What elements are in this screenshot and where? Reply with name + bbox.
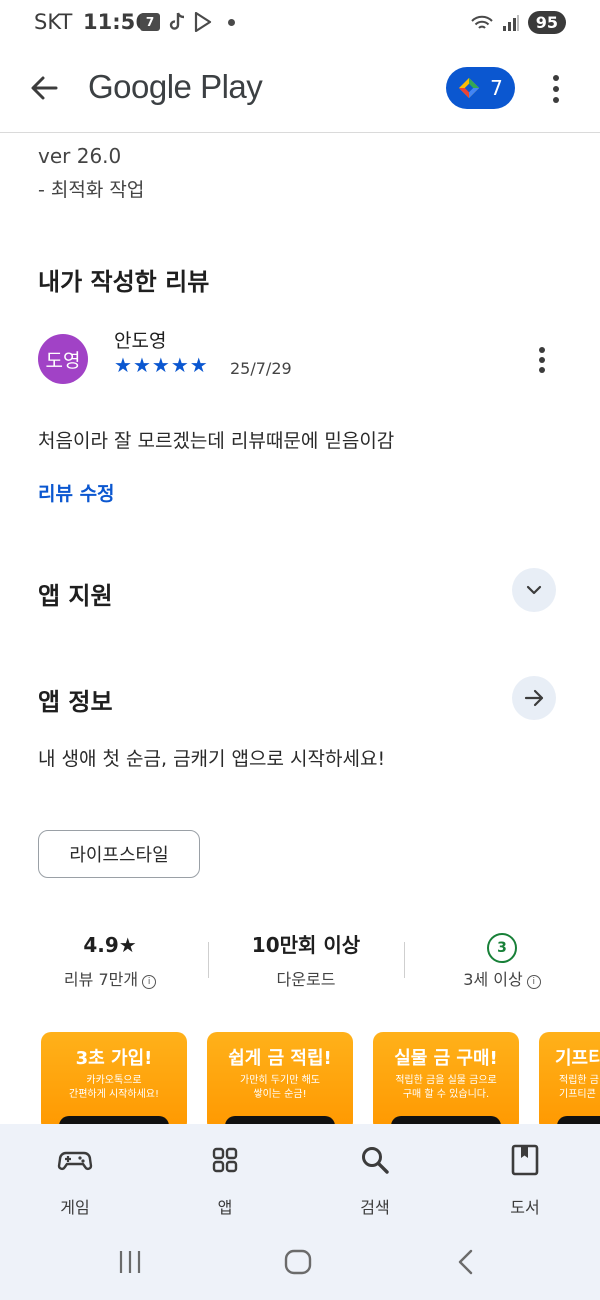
category-chip[interactable]: 라이프스타일 (38, 830, 200, 878)
caption-line: 적립한 금을 실물 금으로 (395, 1075, 497, 1086)
downloads-value: 10만회 이상 (251, 933, 361, 957)
avatar-initials: 도영 (45, 349, 81, 372)
screenshot-headline: 3초 가입! (75, 1048, 153, 1069)
caption-line: 기프티콘 (559, 1089, 596, 1100)
star-icon: ★ (189, 353, 208, 377)
page-title: Google Play (88, 68, 263, 105)
nav-games[interactable]: 게임 (0, 1124, 150, 1230)
play-store-icon (194, 12, 212, 32)
avatar: 도영 (38, 334, 88, 384)
nav-label: 검색 (360, 1198, 390, 1217)
play-points-button[interactable]: 7 (446, 67, 515, 109)
search-icon (362, 1147, 389, 1174)
status-right: 95 (470, 11, 566, 34)
age-rating-label-row: 3세 이상 i (422, 966, 582, 990)
status-carrier-time: SKT 11:56 (34, 10, 150, 34)
screenshot-card[interactable]: 실물 금 구매! 적립한 금을 실물 금으로구매 할 수 있습니다. (373, 1032, 519, 1132)
nav-label: 앱 (217, 1198, 233, 1217)
chevron-down-icon (526, 585, 542, 595)
home-icon[interactable] (284, 1248, 312, 1276)
review-rating-stars: ★ ★ ★ ★ ★ (114, 355, 208, 375)
screenshot-headline: 쉽게 금 적립! (228, 1048, 332, 1069)
stat-divider (404, 942, 405, 978)
version-text: ver 26.0 (38, 144, 122, 168)
age-rating-badge-row: 3 (422, 930, 582, 963)
review-date: 25/7/29 (230, 359, 292, 378)
app-info-heading[interactable]: 앱 정보 (38, 682, 113, 717)
book-icon (511, 1144, 539, 1176)
caption-line: 적립한 금 (559, 1075, 599, 1086)
app-bar: Google Play 7 (0, 48, 600, 133)
status-bar: SKT 11:56 7 95 (0, 0, 600, 48)
nav-books[interactable]: 도서 (450, 1124, 600, 1230)
more-options-icon[interactable] (546, 72, 566, 106)
tiktok-icon (169, 12, 185, 30)
rating-number: 4.9★ (83, 933, 137, 957)
edit-review-link[interactable]: 리뷰 수정 (38, 479, 115, 506)
downloads-stat: 10만회 이상 다운로드 (226, 930, 386, 990)
star-icon: ★ (132, 353, 151, 377)
back-arrow-icon[interactable] (28, 72, 60, 104)
nav-label: 게임 (60, 1198, 90, 1217)
caption-line: 간편하게 시작하세요! (69, 1089, 159, 1100)
caption-line: 카카오톡으로 (86, 1075, 142, 1086)
reviewer-name: 안도영 (114, 330, 167, 352)
rating-label-row: 리뷰 7만개 i (30, 966, 190, 990)
screenshot-card[interactable]: 3초 가입! 카카오톡으로간편하게 시작하세요! (41, 1032, 187, 1132)
nav-search[interactable]: 검색 (300, 1124, 450, 1230)
wifi-icon (471, 15, 493, 29)
downloads-label: 다운로드 (276, 970, 336, 989)
review-text: 처음이라 잘 모르겠는데 리뷰때문에 믿음이감 (38, 430, 395, 452)
rating-value: 4.9★ (30, 930, 190, 960)
info-icon: i (142, 975, 157, 989)
age-rating-stat[interactable]: 3 3세 이상 i (422, 930, 582, 990)
screenshot-caption: 적립한 금기프티콘 (539, 1074, 600, 1102)
apps-grid-icon (212, 1147, 238, 1173)
star-icon: ★ (114, 353, 132, 377)
play-points-icon (459, 78, 480, 98)
my-review-heading: 내가 작성한 리뷰 (38, 268, 210, 296)
review-more-options-icon[interactable] (532, 344, 552, 376)
review-count-label: 리뷰 7만개 (63, 970, 139, 989)
notification-app-icon: 7 (140, 13, 160, 31)
notification-icons: 7 (140, 12, 235, 32)
more-notifications-dot (228, 18, 235, 26)
rating-stat[interactable]: 4.9★ 리뷰 7만개 i (30, 930, 190, 990)
star-icon: ★ (170, 353, 189, 377)
back-nav-icon[interactable] (452, 1248, 480, 1276)
screenshot-caption: 적립한 금을 실물 금으로구매 할 수 있습니다. (373, 1074, 519, 1102)
screenshot-card[interactable]: 기프티 적립한 금기프티콘 (539, 1032, 600, 1132)
system-navigation-bar (0, 1230, 600, 1300)
caption-line: 가만히 두기만 해도 (240, 1075, 320, 1086)
update-note: - 최적화 작업 (38, 179, 145, 201)
battery-level: 95 (527, 11, 566, 34)
app-support-expand-button[interactable] (512, 568, 556, 612)
age-rating-badge: 3 (487, 933, 517, 963)
caption-line: 구매 할 수 있습니다. (402, 1089, 490, 1100)
star-icon: ★ (151, 353, 170, 377)
stat-divider (208, 942, 209, 978)
app-description: 내 생애 첫 순금, 금캐기 앱으로 시작하세요! (38, 748, 386, 770)
screenshot-caption: 카카오톡으로간편하게 시작하세요! (41, 1074, 187, 1102)
screenshot-card[interactable]: 쉽게 금 적립! 가만히 두기만 해도쌓이는 순금! (207, 1032, 353, 1132)
caption-line: 쌓이는 순금! (253, 1089, 307, 1100)
nav-label: 도서 (510, 1198, 540, 1217)
nav-apps[interactable]: 앱 (150, 1124, 300, 1230)
screenshot-caption: 가만히 두기만 해도쌓이는 순금! (207, 1074, 353, 1102)
info-icon: i (526, 975, 541, 989)
carrier-label: SKT (34, 10, 73, 34)
play-points-count: 7 (490, 76, 503, 100)
arrow-right-icon (524, 689, 544, 707)
app-info-open-button[interactable] (512, 676, 556, 720)
signal-icon (502, 14, 519, 31)
age-rating-label: 3세 이상 (463, 970, 523, 989)
bottom-navigation: 게임 앱 검색 도서 (0, 1124, 600, 1230)
gamepad-icon (57, 1151, 93, 1171)
app-support-heading[interactable]: 앱 지원 (38, 576, 113, 611)
recent-apps-icon[interactable] (116, 1248, 144, 1276)
screenshot-headline: 실물 금 구매! (394, 1048, 498, 1069)
screenshot-headline: 기프티 (555, 1048, 600, 1069)
